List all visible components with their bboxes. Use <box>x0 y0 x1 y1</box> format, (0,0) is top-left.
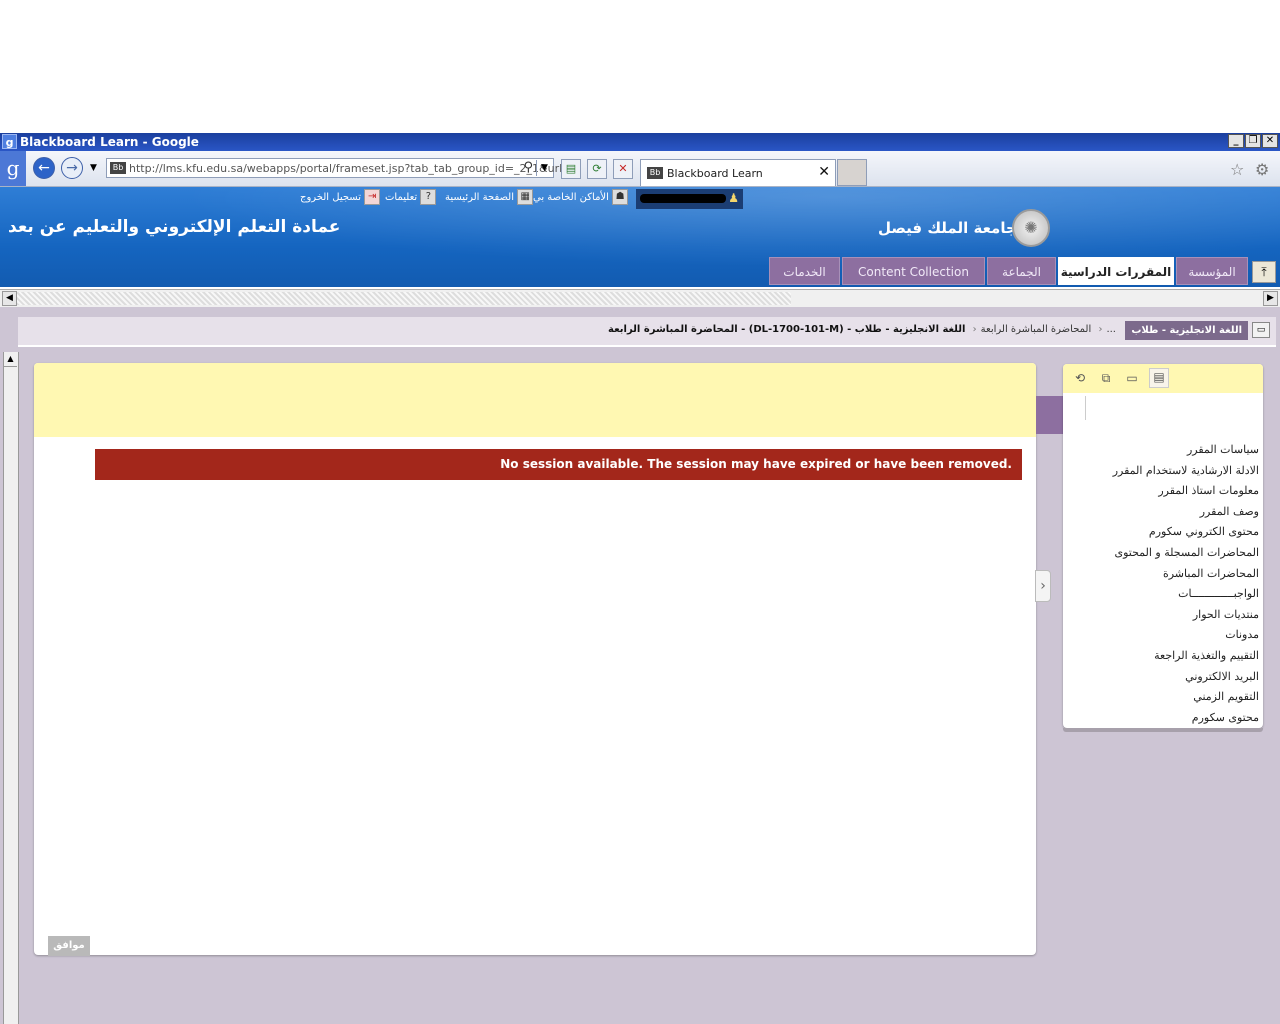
university-seal-icon: ✺ <box>1012 209 1050 247</box>
google-icon: g <box>2 134 17 149</box>
forward-icon[interactable]: → <box>61 157 83 179</box>
menu-item-assignments[interactable]: الواجبـــــــــــــات <box>1113 584 1259 605</box>
scroll-thumb[interactable] <box>17 292 791 305</box>
logout-label: تسجيل الخروج <box>300 192 362 203</box>
back-icon[interactable]: ← <box>33 157 55 179</box>
breadcrumb: ▭ اللغة الانجليزية - طلاب ...‹ المحاضرة … <box>18 317 1276 347</box>
address-bar[interactable]: Bb http://lms.kfu.edu.sa/webapps/portal/… <box>106 158 562 178</box>
help-label: تعليمات <box>385 192 418 203</box>
site-favicon: Bb <box>110 162 126 174</box>
browser-tab[interactable]: Bb Blackboard Learn ✕ <box>640 159 836 186</box>
ok-button[interactable]: موافق <box>48 936 90 956</box>
error-message: No session available. The session may ha… <box>95 449 1022 480</box>
breadcrumb-current: اللغة الانجليزية - طلاب - (DL-1700-101-M… <box>608 324 966 335</box>
menu-item-live-lectures[interactable]: المحاضرات المباشرة <box>1113 564 1259 585</box>
minimize-button[interactable]: _ <box>1228 134 1244 148</box>
course-menu-toggle-icon[interactable]: ▭ <box>1252 322 1270 338</box>
tab-favicon: Bb <box>647 167 663 179</box>
menu-item-blogs[interactable]: مدونات <box>1113 625 1259 646</box>
user-icon: ♟ <box>728 191 739 205</box>
home-link[interactable]: الصفحة الرئيسية ▦ <box>445 189 534 209</box>
tab-title: Blackboard Learn <box>667 167 763 180</box>
restore-button[interactable]: ❐ <box>1245 134 1261 148</box>
my-places-label: الأماكن الخاصة بي <box>533 192 609 203</box>
tab-close-icon[interactable]: ✕ <box>818 164 830 180</box>
tab-institution[interactable]: المؤسسة <box>1176 257 1248 285</box>
tab-customize-icon[interactable]: ⤒ <box>1252 261 1276 283</box>
new-tab-button[interactable] <box>837 159 867 186</box>
breadcrumb-course[interactable]: اللغة الانجليزية - طلاب <box>1125 321 1248 340</box>
home-label: الصفحة الرئيسية <box>445 192 514 203</box>
my-places-link[interactable]: الأماكن الخاصة بي ☗ <box>533 189 629 209</box>
university-name: جامعة الملك فيصل <box>878 219 1017 237</box>
refresh-icon[interactable]: ⟳ <box>587 159 607 179</box>
window-view-icon[interactable]: ⧉ <box>1098 370 1114 386</box>
vertical-scrollbar[interactable]: ▲ <box>3 352 19 1024</box>
address-dropdown-icon[interactable]: ▼ <box>536 160 552 176</box>
user-name-badge[interactable]: ♟ <box>636 189 743 209</box>
favorites-star-icon[interactable]: ☆ <box>1230 160 1244 179</box>
logout-link[interactable]: تسجيل الخروج ⇥ <box>300 189 381 209</box>
menu-item-scorm-content[interactable]: محتوى الكتروني سكورم <box>1113 522 1259 543</box>
tab-community[interactable]: الجماعة <box>987 257 1056 285</box>
content-frame: No session available. The session may ha… <box>34 363 1036 956</box>
help-icon: ? <box>420 189 437 205</box>
tab-content-collection[interactable]: Content Collection <box>842 257 985 285</box>
menu-item-instructor-info[interactable]: معلومات استاذ المقرر <box>1113 481 1259 502</box>
redacted-username <box>640 194 726 203</box>
close-window-button[interactable]: ✕ <box>1262 134 1278 148</box>
course-menu-toolbar: ⟲ ⧉ ▭ ▤ <box>1063 364 1263 393</box>
horizontal-scrollbar[interactable]: ◀ ▶ <box>0 289 1280 308</box>
logout-icon: ⇥ <box>364 189 381 205</box>
scroll-up-icon[interactable]: ▲ <box>4 352 17 367</box>
menu-item-email[interactable]: البريد الالكتروني <box>1113 667 1259 688</box>
stop-icon[interactable]: ✕ <box>613 159 633 179</box>
folder-view-icon[interactable]: ▭ <box>1124 370 1140 386</box>
search-icon[interactable]: ⚲ <box>523 160 533 175</box>
scroll-right-icon[interactable]: ▶ <box>1263 291 1278 306</box>
window-title: Blackboard Learn - Google <box>20 135 199 149</box>
window-title-bar: g Blackboard Learn - Google _ ❐ ✕ <box>0 133 1280 151</box>
list-view-icon[interactable]: ▤ <box>1149 368 1169 388</box>
refresh-menu-icon[interactable]: ⟲ <box>1072 370 1088 386</box>
menu-item-forums[interactable]: منتديات الحوار <box>1113 605 1259 626</box>
menu-item-policies[interactable]: سياسات المقرر <box>1113 440 1259 461</box>
tab-services[interactable]: الخدمات <box>769 257 840 285</box>
course-menu: ⟲ ⧉ ▭ ▤ سياسات المقرر الادلة الارشادية ل… <box>1063 364 1263 732</box>
collapse-menu-chevron-icon[interactable]: › <box>1035 570 1051 602</box>
tab-courses[interactable]: المقررات الدراسية <box>1058 257 1174 285</box>
breadcrumb-item[interactable]: المحاضرة المباشرة الرابعة <box>981 324 1092 335</box>
history-dropdown-icon[interactable]: ▼ <box>90 163 97 173</box>
course-menu-list: سياسات المقرر الادلة الارشادية لاستخدام … <box>1113 440 1259 728</box>
content-header <box>34 363 1036 437</box>
help-link[interactable]: تعليمات ? <box>385 189 437 209</box>
menu-header-accent <box>1036 396 1063 434</box>
my-places-icon: ☗ <box>612 189 629 205</box>
breadcrumb-ellipsis[interactable]: ... <box>1106 324 1116 335</box>
breadcrumb-trail: ...‹ المحاضرة المباشرة الرابعة‹ اللغة ال… <box>608 324 1116 335</box>
google-toolbar-icon[interactable]: g <box>0 151 26 186</box>
home-icon: ▦ <box>517 189 534 205</box>
tools-gear-icon[interactable]: ⚙ <box>1255 160 1269 179</box>
scroll-left-icon[interactable]: ◀ <box>2 291 17 306</box>
menu-item-recorded-lectures[interactable]: المحاضرات المسجلة و المحتوى <box>1113 543 1259 564</box>
menu-item-calendar[interactable]: التقويم الزمني <box>1113 687 1259 708</box>
menu-item-guides[interactable]: الادلة الارشادية لاستخدام المقرر <box>1113 461 1259 482</box>
bb-header: عمادة التعلم الإلكتروني والتعليم عن بعد … <box>0 187 1280 287</box>
browser-toolbar: g ← → ▼ Bb http://lms.kfu.edu.sa/webapps… <box>0 151 1280 187</box>
compat-view-icon[interactable]: ▤ <box>561 159 581 179</box>
menu-item-scorm[interactable]: محتوى سكورم <box>1113 708 1259 729</box>
address-url[interactable]: http://lms.kfu.edu.sa/webapps/portal/fra… <box>129 162 562 175</box>
menu-item-description[interactable]: وصف المقرر <box>1113 502 1259 523</box>
deanship-title: عمادة التعلم الإلكتروني والتعليم عن بعد <box>8 217 341 237</box>
menu-item-feedback[interactable]: التقييم والتغذية الراجعة <box>1113 646 1259 667</box>
